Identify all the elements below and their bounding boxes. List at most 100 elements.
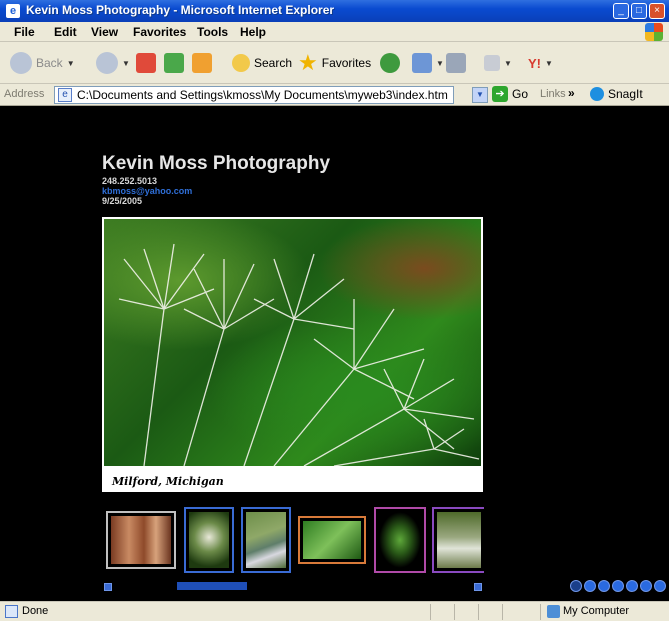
thumbnail-6[interactable]	[432, 507, 484, 573]
status-divider	[540, 604, 541, 620]
thumbnail-4[interactable]	[298, 516, 366, 564]
edit-page-button[interactable]: ▼	[484, 50, 512, 76]
menu-favorites[interactable]: Favorites	[133, 25, 186, 39]
forward-button[interactable]: ▼	[96, 50, 130, 76]
home-button[interactable]	[192, 50, 212, 76]
menu-file[interactable]: File	[14, 25, 35, 39]
forward-dropdown-icon: ▼	[122, 58, 130, 68]
page-status-icon	[5, 605, 18, 618]
links-chevron-icon[interactable]: »	[568, 86, 575, 100]
thumbnail-2[interactable]	[184, 507, 234, 573]
edit-icon	[484, 55, 500, 71]
toolbar: Back ▼ ▼ Search ★ Favorites ▼ ▼ Y! ▼	[0, 42, 669, 84]
security-zone: My Computer	[563, 605, 630, 617]
close-button[interactable]: ×	[649, 3, 665, 19]
thumbnail-1-image	[111, 516, 171, 564]
address-bar: Address e C:\Documents and Settings\kmos…	[0, 84, 669, 106]
back-button[interactable]: Back ▼	[10, 50, 75, 76]
back-dropdown-icon: ▼	[66, 58, 75, 68]
yahoo-icon: Y!	[528, 55, 541, 71]
back-arrow-icon	[10, 52, 32, 74]
previous-thumbnails-button[interactable]	[104, 583, 112, 591]
search-button[interactable]: Search	[232, 50, 292, 76]
maximize-button[interactable]: □	[631, 3, 647, 19]
window-title: Kevin Moss Photography - Microsoft Inter…	[26, 3, 335, 17]
snagit-button[interactable]: SnagIt	[590, 87, 643, 101]
next-photo-icon[interactable]	[626, 580, 638, 592]
thumbnail-5[interactable]	[374, 507, 426, 573]
status-bar: Done My Computer	[0, 601, 669, 621]
thumbnail-2-image	[189, 512, 229, 568]
menu-bar: File Edit View Favorites Tools Help	[0, 22, 669, 42]
site-title: Kevin Moss Photography	[102, 153, 331, 174]
status-divider	[502, 604, 503, 620]
thumbnail-1[interactable]	[106, 511, 176, 569]
status-text: Done	[22, 605, 49, 617]
refresh-icon	[164, 53, 184, 73]
info-icon[interactable]	[654, 580, 666, 592]
go-button[interactable]: ➔ Go	[492, 86, 528, 102]
page-icon: e	[58, 88, 72, 102]
play-icon[interactable]	[612, 580, 624, 592]
refresh-button[interactable]	[164, 50, 184, 76]
thumbnail-4-image	[303, 521, 361, 559]
ie-icon: e	[6, 4, 20, 18]
main-photo[interactable]	[104, 219, 481, 466]
next-thumbnails-button[interactable]	[474, 583, 482, 591]
status-divider	[478, 604, 479, 620]
address-value: C:\Documents and Settings\kmoss\My Docum…	[77, 88, 448, 102]
history-button[interactable]: ▼	[412, 50, 444, 76]
messenger-dropdown-icon: ▼	[545, 58, 553, 68]
favorites-button[interactable]: ★ Favorites	[298, 50, 371, 76]
media-button[interactable]	[380, 50, 400, 76]
first-photo-icon[interactable]	[584, 580, 596, 592]
stop-button[interactable]	[136, 50, 156, 76]
last-photo-icon[interactable]	[640, 580, 652, 592]
favorites-label: Favorites	[321, 56, 372, 70]
go-label: Go	[512, 87, 529, 101]
thumbnail-6-image	[437, 512, 481, 568]
thumbnail-scrollbar[interactable]	[177, 582, 247, 590]
star-icon: ★	[298, 50, 318, 75]
history-dropdown-icon: ▼	[436, 58, 444, 68]
photo-caption: Milford, Michigan	[112, 475, 224, 488]
address-label: Address	[4, 88, 45, 100]
site-email-link[interactable]: kbmoss@yahoo.com	[102, 186, 192, 196]
print-icon	[446, 53, 466, 73]
minimize-button[interactable]: _	[613, 3, 629, 19]
status-divider	[430, 604, 431, 620]
snagit-icon	[590, 87, 604, 101]
close-slideshow-icon[interactable]	[570, 580, 582, 592]
edit-dropdown-icon: ▼	[504, 58, 512, 68]
forward-arrow-icon	[96, 52, 118, 74]
messenger-button[interactable]: Y! ▼	[528, 50, 553, 76]
links-label[interactable]: Links	[540, 88, 566, 100]
site-phone: 248.252.5013	[102, 176, 158, 186]
address-dropdown-icon[interactable]: ▼	[472, 87, 488, 103]
thumbnail-3[interactable]	[241, 507, 291, 573]
menu-tools[interactable]: Tools	[197, 25, 228, 39]
site-date: 9/25/2005	[102, 196, 143, 206]
menu-view[interactable]: View	[91, 25, 118, 39]
snagit-label: SnagIt	[608, 87, 643, 101]
go-arrow-icon: ➔	[492, 86, 508, 102]
previous-photo-icon[interactable]	[598, 580, 610, 592]
thumbnail-5-image	[379, 512, 421, 568]
address-input[interactable]: e C:\Documents and Settings\kmoss\My Doc…	[54, 86, 454, 104]
home-icon	[192, 53, 212, 73]
stop-icon	[136, 53, 156, 73]
menu-edit[interactable]: Edit	[54, 25, 77, 39]
dandelion-seeds-image	[118, 243, 480, 466]
slideshow-controls	[570, 580, 666, 592]
title-bar: e Kevin Moss Photography - Microsoft Int…	[0, 0, 669, 22]
history-icon	[412, 53, 432, 73]
my-computer-icon	[547, 605, 560, 618]
main-photo-frame: Milford, Michigan	[102, 217, 483, 492]
back-label: Back	[36, 56, 63, 70]
page-content: Kevin Moss Photography 248.252.5013 kbmo…	[0, 106, 669, 601]
menu-help[interactable]: Help	[240, 25, 266, 39]
search-label: Search	[254, 56, 293, 70]
search-icon	[232, 54, 250, 72]
print-button[interactable]	[446, 50, 466, 76]
thumbnail-3-image	[246, 512, 286, 568]
